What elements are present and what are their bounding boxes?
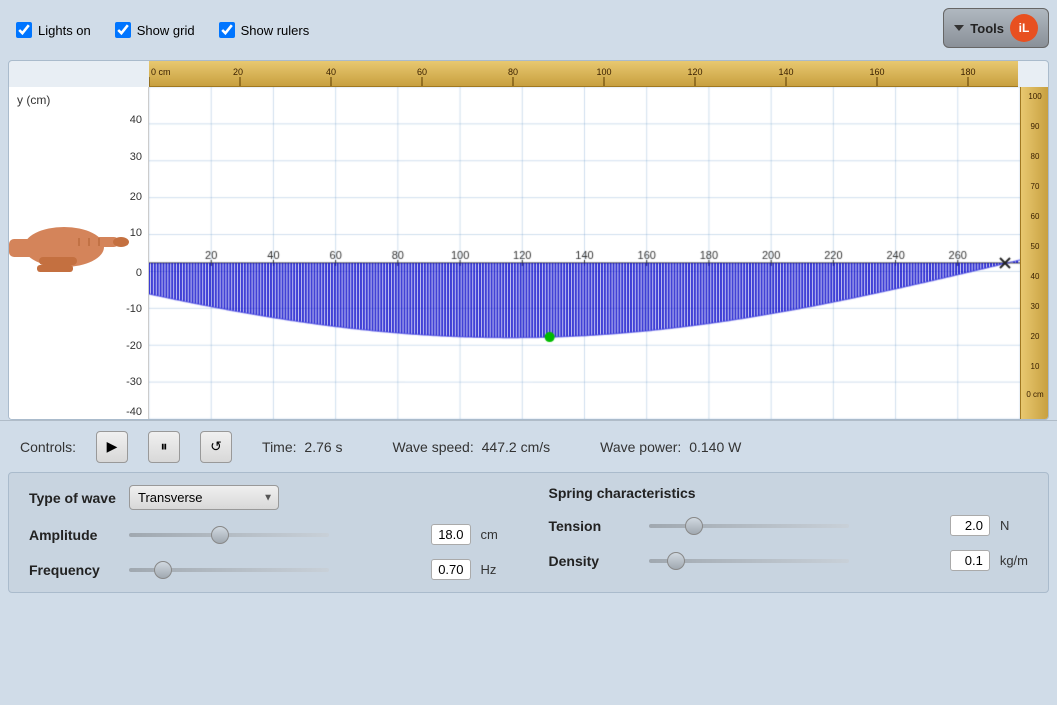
density-unit: kg/m [1000,553,1028,568]
wave-type-row: Type of wave Transverse Longitudinal [29,485,509,510]
tension-slider[interactable] [649,524,849,528]
vertical-ruler: 100 90 80 70 60 50 40 30 20 10 0 cm [1020,87,1048,419]
svg-text:10: 10 [1031,362,1040,371]
reset-button[interactable]: ↺ [200,431,232,463]
density-row: Density 0.1 kg/m [549,550,1029,571]
wave-power-display: Wave power: 0.140 W [600,439,741,455]
svg-text:80: 80 [1031,152,1040,161]
tension-row: Tension 2.0 N [549,515,1029,536]
tension-unit: N [1000,518,1028,533]
svg-text:40: 40 [1031,272,1040,281]
frequency-slider-container [129,568,421,572]
density-value: 0.1 [950,550,990,571]
frequency-slider[interactable] [129,568,329,572]
svg-text:60: 60 [417,67,427,77]
horizontal-ruler: 0 cm 20 40 60 80 100 120 140 160 180 200… [149,61,1018,87]
wave-canvas [149,87,1020,419]
svg-text:0 cm: 0 cm [1026,390,1044,399]
tools-label: Tools [970,21,1004,36]
svg-text:50: 50 [1031,242,1040,251]
svg-text:140: 140 [778,67,793,77]
chart-area: y (cm) 40 30 20 10 0 -10 -20 -30 -40 [9,87,1020,419]
spring-header: Spring characteristics [549,485,1029,501]
frequency-value: 0.70 [431,559,471,580]
play-button[interactable]: ▶ [96,431,128,463]
svg-text:40: 40 [326,67,336,77]
y-axis-label: y (cm) [17,93,50,107]
show-rulers-checkbox[interactable]: Show rulers [219,22,310,38]
tension-slider-container [649,524,941,528]
density-slider-container [649,559,940,563]
amplitude-slider[interactable] [129,533,329,537]
frequency-unit: Hz [481,562,509,577]
svg-text:90: 90 [1031,122,1040,131]
amplitude-label: Amplitude [29,527,119,543]
svg-text:80: 80 [508,67,518,77]
svg-text:180: 180 [960,67,975,77]
frequency-label: Frequency [29,562,119,578]
svg-text:100: 100 [1028,92,1042,101]
amplitude-row: Amplitude 18.0 cm [29,524,509,545]
wave-speed-display: Wave speed: 447.2 cm/s [393,439,551,455]
y-tick-m20: -20 [126,340,142,352]
show-grid-checkbox[interactable]: Show grid [115,22,195,38]
wave-type-select[interactable]: Transverse Longitudinal [129,485,279,510]
lights-on-checkbox[interactable]: Lights on [16,22,91,38]
controls-label: Controls: [20,439,76,455]
svg-text:60: 60 [1031,212,1040,221]
tools-triangle-icon [954,25,964,31]
svg-text:160: 160 [869,67,884,77]
svg-text:0 cm: 0 cm [151,67,171,77]
amplitude-unit: cm [481,527,509,542]
svg-text:70: 70 [1031,182,1040,191]
wave-type-label: Type of wave [29,490,119,506]
spring-title: Spring characteristics [549,485,696,501]
settings-panel: Type of wave Transverse Longitudinal Amp… [8,472,1049,593]
y-tick-30: 30 [130,151,142,163]
amplitude-slider-container [129,533,421,537]
tension-label: Tension [549,518,639,534]
time-display: Time: 2.76 s [262,439,343,455]
svg-text:20: 20 [1031,332,1040,341]
svg-text:20: 20 [233,67,243,77]
top-toolbar: Lights on Show grid Show rulers Tools iL [0,0,1057,60]
controls-bar: Controls: ▶ ⏸ ↺ Time: 2.76 s Wave speed:… [0,420,1057,472]
wave-type-select-wrapper[interactable]: Transverse Longitudinal [129,485,279,510]
svg-text:30: 30 [1031,302,1040,311]
tension-value: 2.0 [950,515,990,536]
density-label: Density [549,553,639,569]
y-tick-m10: -10 [126,303,142,315]
density-slider[interactable] [649,559,849,563]
y-tick-40: 40 [130,114,142,126]
simulation-area: 0 cm 20 40 60 80 100 120 140 160 180 200… [8,60,1049,420]
frequency-row: Frequency 0.70 Hz [29,559,509,580]
pause-button[interactable]: ⏸ [148,431,180,463]
amplitude-value: 18.0 [431,524,471,545]
svg-text:120: 120 [687,67,702,77]
svg-text:100: 100 [596,67,611,77]
tools-button[interactable]: Tools iL [943,8,1049,48]
y-tick-m30: -30 [126,376,142,388]
hand-image [9,200,139,280]
y-tick-m40: -40 [126,406,142,418]
tools-logo-icon: iL [1010,14,1038,42]
wave-chart [149,87,1020,419]
